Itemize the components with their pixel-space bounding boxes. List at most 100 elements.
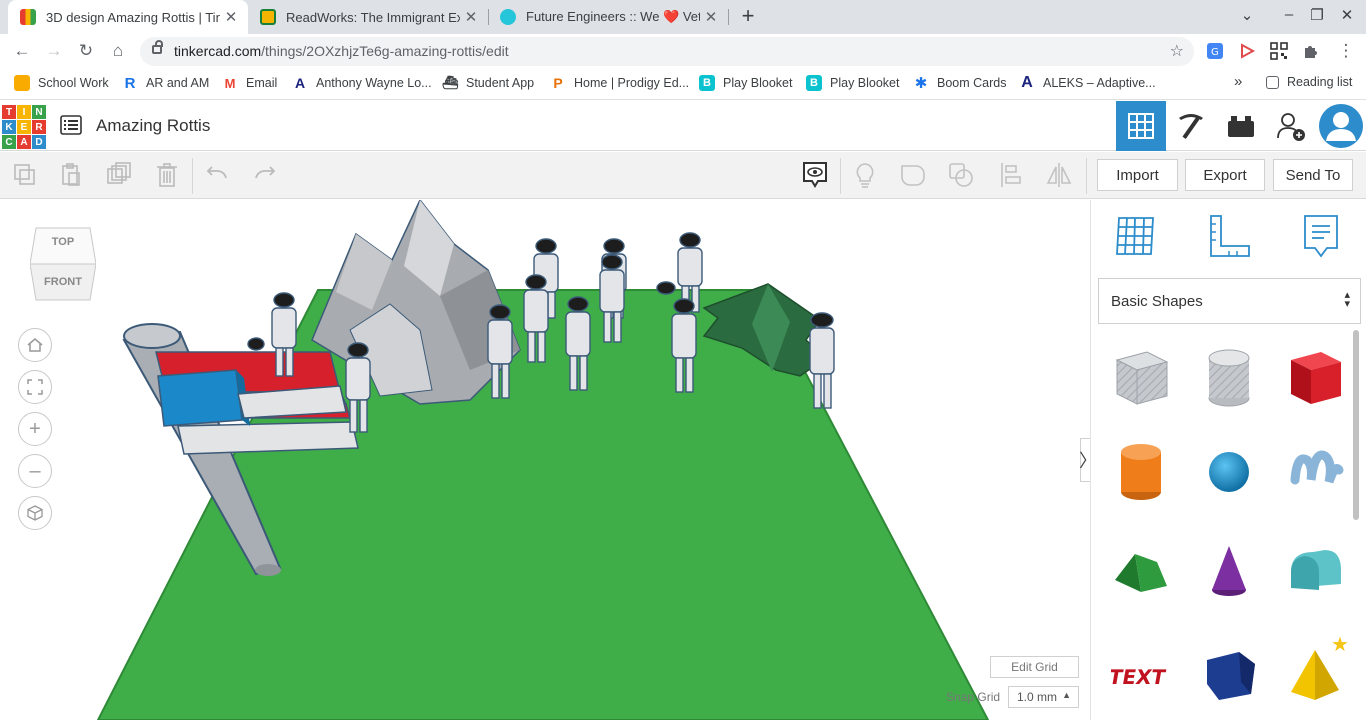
tab-readworks[interactable]: ReadWorks: The Immigrant Expe ✕ (248, 0, 488, 34)
zoom-in-button[interactable]: + (18, 412, 52, 446)
tab-title: 3D design Amazing Rottis | Tinke (46, 9, 220, 25)
fit-view-button[interactable] (18, 370, 52, 404)
bookmark-prodigy[interactable]: P Home | Prodigy Ed... (550, 75, 689, 91)
close-window-icon[interactable]: ✕ (1336, 6, 1358, 24)
ungroup-icon[interactable] (946, 160, 976, 190)
scene-canvas[interactable] (0, 200, 1090, 720)
more-bookmarks-button[interactable]: » (1234, 73, 1242, 90)
close-tab-icon[interactable]: ✕ (220, 8, 242, 26)
copy-icon[interactable] (10, 160, 40, 190)
shape-round-roof[interactable] (1285, 540, 1345, 604)
home-view-button[interactable] (18, 328, 52, 362)
shape-polygon[interactable] (1199, 642, 1259, 706)
bookmark-email[interactable]: M Email (222, 75, 278, 91)
back-icon[interactable]: ← (10, 39, 34, 63)
blocks-view-button[interactable] (1166, 101, 1216, 151)
home-icon[interactable]: ⌂ (106, 39, 130, 63)
edit-grid-button[interactable]: Edit Grid (990, 656, 1079, 678)
align-icon[interactable] (996, 160, 1026, 190)
grid-view-icon (1128, 113, 1154, 139)
reading-list-button[interactable]: Reading list (1266, 75, 1352, 89)
shapes-panel: Basic Shapes ▴ ▾ TEXT ★ (1090, 200, 1366, 720)
collapse-panel-button[interactable]: 〉 (1079, 438, 1090, 482)
shape-cone[interactable] (1199, 540, 1259, 604)
shape-category-value: Basic Shapes (1111, 292, 1203, 310)
shape-box-hole[interactable] (1111, 346, 1171, 410)
redo-icon[interactable] (250, 160, 280, 190)
zoom-out-button[interactable]: – (18, 454, 52, 488)
tab-search-icon[interactable]: ⌄ (1236, 6, 1258, 24)
duplicate-icon[interactable] (104, 160, 134, 190)
bookmark-ar-and-am[interactable]: R AR and AM (122, 75, 210, 92)
google-translate-icon[interactable]: G (1206, 42, 1224, 60)
shape-text[interactable]: TEXT (1111, 642, 1171, 706)
view-cube-top-label[interactable]: TOP (30, 236, 96, 248)
snap-grid-select[interactable]: 1.0 mm ▲ (1008, 686, 1079, 708)
favorite-star-icon[interactable]: ★ (1331, 632, 1349, 657)
send-to-button[interactable]: Send To (1273, 159, 1353, 191)
more-bookmarks-label: » (1234, 73, 1243, 90)
bookmark-label: Email (246, 76, 278, 90)
close-tab-icon[interactable]: ✕ (460, 8, 482, 26)
edit-toolbar: Import Export Send To (0, 152, 1366, 199)
shape-cylinder[interactable] (1111, 440, 1171, 504)
flag-model[interactable] (155, 351, 359, 455)
forward-icon[interactable]: → (42, 39, 66, 63)
chrome-menu-icon[interactable]: ⋮ (1334, 39, 1358, 63)
address-bar[interactable]: tinkercad.com/things/2OXzhjzTe6g-amazing… (140, 37, 1194, 66)
bookmark-star-icon[interactable]: ☆ (1170, 41, 1184, 61)
bookmark-boom-cards[interactable]: ✱ Boom Cards (913, 75, 1007, 92)
workplane-tool-icon[interactable] (1113, 214, 1157, 258)
design-title[interactable]: Amazing Rottis (96, 116, 210, 136)
bookmark-play-blooket-2[interactable]: B Play Blooket (806, 75, 899, 91)
notes-visibility-icon[interactable] (800, 160, 830, 190)
workplane-viewport[interactable]: TOP FRONT + – Edit Grid Snap Grid 1.0 mm… (0, 200, 1090, 720)
tab-future-engineers[interactable]: Future Engineers :: We ❤️ Vetera ✕ (488, 0, 728, 34)
screencast-extension-icon[interactable] (1238, 42, 1256, 60)
pickaxe-icon (1179, 114, 1203, 139)
paste-icon[interactable] (56, 160, 86, 190)
shape-scribble[interactable] (1285, 440, 1345, 504)
bookmark-aleks[interactable]: A ALEKS – Adaptive... (1019, 74, 1155, 91)
ruler-tool-icon[interactable] (1207, 214, 1251, 258)
bookmark-anthony-wayne[interactable]: A Anthony Wayne Lo... (292, 75, 432, 91)
shape-cylinder-hole[interactable] (1199, 346, 1259, 410)
tinkercad-logo[interactable]: T I N K E R C A D (2, 105, 46, 149)
shape-category-select[interactable]: Basic Shapes ▴ ▾ (1098, 278, 1361, 324)
shape-sphere[interactable] (1199, 440, 1259, 504)
new-tab-icon[interactable]: + (736, 4, 760, 28)
tab-tinkercad[interactable]: 3D design Amazing Rottis | Tinke ✕ (8, 0, 248, 34)
bookmark-school-work[interactable]: School Work (14, 75, 109, 91)
panel-scrollbar[interactable] (1353, 330, 1359, 520)
3d-design-view-button[interactable] (1116, 101, 1166, 151)
minimize-icon[interactable]: – (1278, 6, 1300, 23)
fit-view-icon (27, 379, 43, 395)
group-icon[interactable] (898, 160, 928, 190)
shape-box[interactable] (1285, 346, 1345, 410)
mirror-icon[interactable] (1044, 160, 1074, 190)
design-menu-icon[interactable] (60, 115, 82, 135)
extensions-puzzle-icon[interactable] (1302, 42, 1320, 60)
invite-user-button[interactable] (1266, 101, 1316, 151)
bookmark-play-blooket[interactable]: B Play Blooket (699, 75, 792, 91)
delete-icon[interactable] (152, 160, 182, 190)
bricks-view-button[interactable] (1216, 101, 1266, 151)
shape-roof[interactable] (1111, 540, 1171, 604)
user-avatar[interactable] (1316, 101, 1366, 151)
view-cube[interactable]: TOP FRONT (30, 226, 96, 302)
qr-code-icon[interactable] (1270, 42, 1288, 60)
lightbulb-icon[interactable] (850, 160, 880, 190)
reload-icon[interactable]: ↻ (74, 39, 98, 63)
tinkercad-header: T I N K E R C A D Amazing Rottis (0, 101, 1366, 151)
svg-text:TEXT: TEXT (1111, 665, 1168, 689)
close-tab-icon[interactable]: ✕ (700, 8, 722, 26)
logo-letter: I (17, 105, 31, 119)
bookmark-student-app[interactable]: ⛴ Student App (442, 75, 534, 91)
view-cube-front-label[interactable]: FRONT (30, 276, 96, 288)
notes-tool-icon[interactable] (1299, 214, 1343, 258)
restore-icon[interactable]: ❐ (1306, 6, 1328, 24)
undo-icon[interactable] (202, 160, 232, 190)
perspective-toggle-button[interactable] (18, 496, 52, 530)
export-button[interactable]: Export (1185, 159, 1265, 191)
import-button[interactable]: Import (1097, 159, 1178, 191)
